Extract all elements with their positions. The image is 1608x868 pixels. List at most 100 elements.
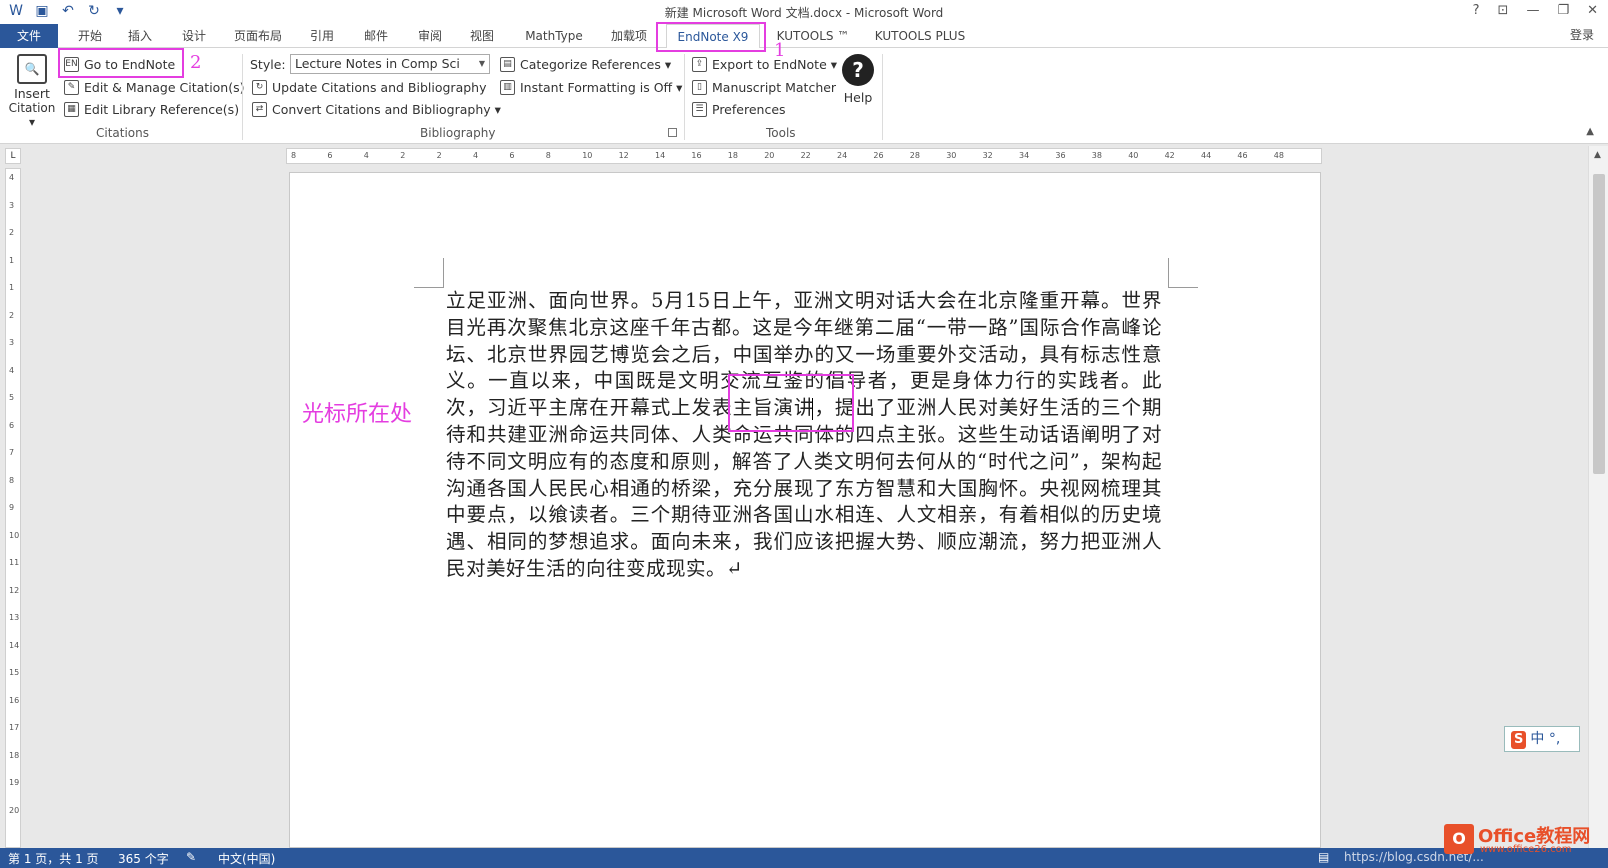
manuscript-icon: ▯ [692, 79, 707, 95]
edit-library-icon: ▦ [64, 101, 79, 117]
update-icon: ↻ [252, 79, 267, 95]
ruler-tick: 20 [764, 151, 775, 160]
ruler-tick: 4 [9, 173, 15, 182]
ruler-tick: 8 [545, 151, 551, 160]
export-to-endnote-button[interactable]: ⇪ Export to EndNote ▾ [692, 54, 837, 74]
ruler-tick: 7 [9, 448, 15, 457]
ruler-tick: 15 [9, 668, 20, 677]
ruler-tick: 16 [9, 695, 20, 705]
ruler-tick: 22 [800, 151, 811, 160]
ruler-tick: 30 [946, 151, 957, 160]
restore-icon[interactable]: ❐ [1557, 3, 1569, 18]
tab-insert[interactable]: 插入 [120, 24, 160, 48]
preferences-icon: ☰ [692, 101, 707, 117]
read-mode-icon[interactable]: ▤ [1318, 850, 1329, 864]
ruler-tick: 18 [727, 151, 738, 160]
chevron-down-icon: ▼ [478, 59, 485, 68]
page-count[interactable]: 第 1 页，共 1 页 [8, 850, 99, 867]
ruler-tick: 38 [1091, 151, 1102, 160]
minimize-icon[interactable]: — [1526, 3, 1539, 18]
ruler-tick: 14 [9, 640, 20, 650]
scroll-up-icon[interactable]: ▲ [1594, 150, 1601, 160]
word-count[interactable]: 365 个字 [118, 850, 169, 867]
ruler-tick: 26 [873, 151, 884, 160]
bibliography-launcher-icon[interactable] [668, 128, 677, 137]
tab-home[interactable]: 开始 [70, 24, 110, 48]
tab-addins[interactable]: 加载项 [604, 24, 654, 48]
tab-mailings[interactable]: 邮件 [356, 24, 396, 48]
ruler-tick: 2 [436, 151, 442, 160]
tab-mathtype[interactable]: MathType [518, 24, 590, 48]
proofing-icon[interactable]: ✎ [186, 850, 196, 864]
horizontal-ruler[interactable]: 8 6 4 2 2 4 6 8 10 12 14 16 18 20 22 24 26 28 30 32 34 36 38 40… [286, 148, 1322, 164]
step-number-2: 2 [190, 52, 202, 73]
manuscript-matcher-button[interactable]: ▯ Manuscript Matcher [692, 77, 836, 97]
ruler-tick: 10 [9, 530, 20, 540]
vertical-ruler[interactable]: 4 3 2 1 1 2 3 4 5 6 7 8 9 10 11 12 13 14 15 16 17 18 19 20 [5, 168, 21, 848]
ruler-tick: 4 [9, 365, 15, 375]
step-number-1: 1 [774, 40, 786, 61]
ruler-tick: 14 [655, 151, 666, 160]
document-body-text[interactable]: 立足亚洲、面向世界。5月15日上午，亚洲文明对话大会在北京隆重开幕。世界目光再次… [446, 288, 1162, 583]
vertical-scrollbar[interactable]: ▲ [1588, 146, 1608, 848]
ruler-corner-button[interactable]: L [5, 148, 21, 164]
tab-kutools-plus[interactable]: KUTOOLS PLUS [870, 24, 970, 48]
ruler-tick: 20 [9, 805, 20, 815]
ruler-tick: 6 [327, 151, 333, 160]
convert-icon: ⇄ [252, 101, 267, 117]
sogou-logo-icon: S [1511, 731, 1527, 749]
collapse-ribbon-icon[interactable]: ▲ [1586, 126, 1594, 137]
edit-library-reference-button[interactable]: ▦ Edit Library Reference(s) [64, 99, 239, 119]
ruler-tick: 3 [9, 338, 15, 347]
tab-review[interactable]: 审阅 [410, 24, 450, 48]
tab-view[interactable]: 视图 [462, 24, 502, 48]
group-divider [882, 54, 883, 140]
group-divider [242, 54, 243, 140]
ruler-tick: 18 [9, 750, 20, 760]
scrollbar-thumb[interactable] [1593, 174, 1605, 474]
tab-references[interactable]: 引用 [302, 24, 342, 48]
ruler-tick: 4 [473, 151, 479, 160]
style-select[interactable]: Lecture Notes in Comp Sci ▼ [290, 54, 490, 74]
language-indicator[interactable]: 中文(中国) [218, 850, 275, 867]
categorize-references-button[interactable]: ▤ Categorize References ▾ [500, 54, 671, 74]
window-title: 新建 Microsoft Word 文档.docx - Microsoft Wo… [664, 6, 944, 20]
help-button[interactable]: ? Help [838, 54, 878, 114]
bibliography-group-label: Bibliography [420, 126, 496, 140]
ruler-tick: 40 [1128, 151, 1139, 160]
ruler-tick: 19 [9, 778, 20, 787]
ruler-tick: 44 [1201, 151, 1212, 160]
ruler-tick: 9 [9, 503, 15, 512]
title-bar: W ▣ ↶ ↻ ▾ 新建 Microsoft Word 文档.docx - Mi… [0, 0, 1608, 24]
cursor-position-label: 光标所在处 [302, 402, 413, 427]
help-window-icon[interactable]: ? [1473, 3, 1480, 18]
cursor-highlight [728, 374, 854, 432]
ruler-tick: 6 [9, 420, 15, 430]
ruler-tick: 2 [9, 310, 15, 320]
ruler-tick: 8 [291, 151, 297, 160]
endnote-tab-highlight [656, 22, 766, 52]
tab-design[interactable]: 设计 [174, 24, 214, 48]
instant-formatting-button[interactable]: ▥ Instant Formatting is Off ▾ [500, 77, 682, 97]
convert-citations-button[interactable]: ⇄ Convert Citations and Bibliography ▾ [252, 99, 501, 119]
update-citations-button[interactable]: ↻ Update Citations and Bibliography [252, 77, 487, 97]
categorize-icon: ▤ [500, 56, 515, 72]
ruler-tick: 17 [9, 723, 20, 732]
edit-citation-icon: ✎ [64, 79, 79, 95]
text-cursor [812, 398, 813, 420]
insert-citation-button[interactable]: 🔍 Insert Citation ▾ [6, 54, 58, 129]
edit-manage-citations-button[interactable]: ✎ Edit & Manage Citation(s) [64, 77, 245, 97]
ruler-tick: 16 [691, 151, 702, 160]
login-link[interactable]: 登录 [1570, 26, 1594, 43]
tab-file[interactable]: 文件 [0, 24, 58, 48]
help-icon: ? [842, 54, 874, 86]
close-icon[interactable]: ✕ [1587, 3, 1598, 18]
office-logo-icon: O [1444, 824, 1474, 854]
ruler-tick: 1 [9, 255, 15, 265]
tab-layout[interactable]: 页面布局 [230, 24, 286, 48]
preferences-button[interactable]: ☰ Preferences [692, 99, 786, 119]
ime-indicator[interactable]: S中 °, [1504, 726, 1580, 752]
ruler-tick: 10 [582, 151, 593, 160]
ribbon-display-icon[interactable]: ⊡ [1498, 3, 1509, 18]
ruler-tick: 4 [363, 151, 369, 160]
